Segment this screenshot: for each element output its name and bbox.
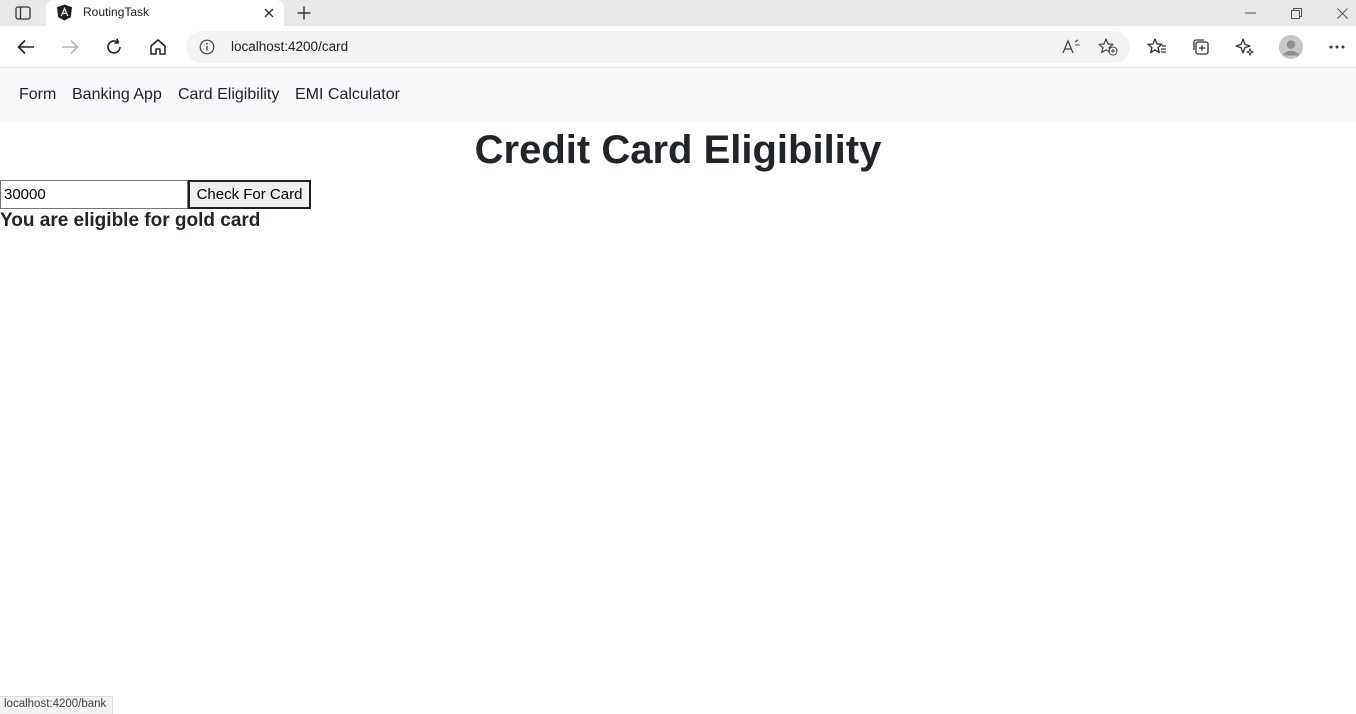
- back-arrow-icon[interactable]: [12, 34, 40, 60]
- nav-link-emi-calculator[interactable]: EMI Calculator: [295, 86, 400, 104]
- navbar: Form Banking App Card Eligibility EMI Ca…: [0, 68, 1356, 123]
- copilot-icon[interactable]: [1231, 34, 1259, 60]
- url-text[interactable]: localhost:4200/card: [231, 39, 348, 54]
- minimize-icon[interactable]: [1227, 0, 1273, 26]
- nav-link-card-eligibility[interactable]: Card Eligibility: [178, 86, 279, 104]
- restore-icon[interactable]: [1273, 0, 1319, 26]
- close-icon[interactable]: [260, 4, 278, 22]
- address-bar[interactable]: localhost:4200/card: [186, 31, 1130, 63]
- star-plus-icon[interactable]: [1096, 36, 1120, 58]
- tab-title: RoutingTask: [83, 5, 150, 19]
- nav-link-form[interactable]: Form: [19, 86, 56, 104]
- close-icon[interactable]: [1319, 0, 1356, 26]
- collections-icon[interactable]: [1187, 34, 1215, 60]
- browser-toolbar: localhost:4200/card: [0, 26, 1356, 68]
- nav-link-banking-app[interactable]: Banking App: [72, 86, 162, 104]
- angular-logo-icon: [56, 4, 73, 21]
- browser-tab[interactable]: RoutingTask: [46, 0, 284, 26]
- avatar-icon[interactable]: [1279, 35, 1303, 59]
- info-icon[interactable]: [198, 38, 216, 56]
- refresh-icon[interactable]: [100, 34, 128, 60]
- status-bar-url: localhost:4200/bank: [0, 696, 114, 714]
- tab-actions-icon[interactable]: [10, 3, 36, 23]
- plus-icon[interactable]: [292, 2, 316, 24]
- more-icon[interactable]: [1323, 34, 1351, 60]
- favorites-icon[interactable]: [1143, 34, 1171, 60]
- check-for-card-button[interactable]: Check For Card: [188, 180, 311, 209]
- forward-arrow-icon[interactable]: [56, 34, 84, 60]
- income-input[interactable]: [0, 180, 188, 209]
- home-icon[interactable]: [144, 34, 172, 60]
- eligibility-result: You are eligible for gold card: [0, 210, 261, 231]
- page-title: Credit Card Eligibility: [474, 128, 882, 172]
- tab-strip: RoutingTask: [0, 0, 1356, 26]
- read-aloud-icon[interactable]: [1060, 36, 1084, 58]
